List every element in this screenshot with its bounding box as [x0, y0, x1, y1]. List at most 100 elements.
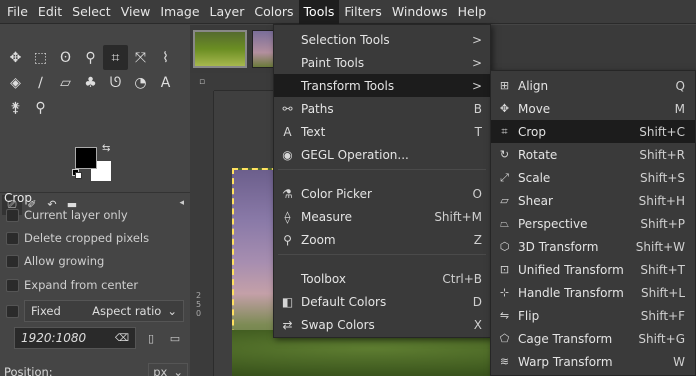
menu-item-label: Paint Tools — [301, 55, 365, 70]
menu-select[interactable]: Select — [67, 0, 116, 24]
tools-menu-item-toolbox[interactable]: Toolbox Ctrl+B — [274, 267, 490, 290]
submenu-item-crop[interactable]: ⌗ Crop Shift+C — [491, 120, 695, 143]
menu-item-shortcut: Z — [473, 232, 482, 247]
paintbrush-icon[interactable]: ∕ — [28, 70, 53, 95]
move-icon[interactable]: ✥ — [3, 45, 28, 70]
handle-transform-icon: ⊹ — [499, 286, 510, 299]
tools-menu: Selection Tools > Paint Tools > Transform To… — [273, 24, 491, 338]
option-label: Current layer only — [24, 208, 128, 222]
menu-file[interactable]: File — [2, 0, 33, 24]
menu-separator — [278, 254, 486, 255]
checkbox[interactable] — [6, 278, 19, 292]
option-current-layer-only[interactable]: Current layer only — [6, 208, 128, 222]
menu-item-shortcut: O — [472, 186, 482, 201]
bucket-icon[interactable]: ◈ — [3, 70, 28, 95]
cage-transform-icon: ⬠ — [499, 332, 510, 345]
tools-menu-item-paint-tools[interactable]: Paint Tools > — [274, 51, 490, 74]
menu-layer[interactable]: Layer — [205, 0, 250, 24]
dodge-icon[interactable]: ◔ — [128, 70, 153, 95]
default-colors-icon[interactable] — [72, 169, 82, 179]
menu-windows[interactable]: Windows — [387, 0, 453, 24]
menu-item-shortcut: Shift+W — [635, 239, 685, 254]
tools-menu-item-text[interactable]: A Text T — [274, 120, 490, 143]
tools-menu-item-transform-tools[interactable]: Transform Tools > — [274, 74, 490, 97]
rect-select-icon[interactable]: ⬚ — [28, 45, 53, 70]
scale-icon: ⤢ — [500, 170, 509, 184]
menu-separator — [278, 169, 486, 170]
menu-item-label: Unified Transform — [518, 262, 624, 277]
swap-colors-icon[interactable]: ⇆ — [102, 143, 110, 154]
option-expand-from-center[interactable]: Expand from center — [6, 278, 138, 292]
submenu-item-handle-transform[interactable]: ⊹ Handle Transform Shift+L — [491, 281, 695, 304]
smudge-icon[interactable]: ᘎ — [103, 70, 128, 95]
submenu-item-3d-transform[interactable]: ⬡ 3D Transform Shift+W — [491, 235, 695, 258]
tools-menu-item-selection-tools[interactable]: Selection Tools > — [274, 28, 490, 51]
fixed-mode-select[interactable]: Fixed Aspect ratio ⌄ — [24, 300, 184, 322]
tools-menu-item-measure[interactable]: ⟠ Measure Shift+M — [274, 205, 490, 228]
submenu-item-scale[interactable]: ⤢ Scale Shift+S — [491, 166, 695, 189]
align-icon: ⊞ — [499, 79, 510, 92]
submenu-item-unified-transform[interactable]: ⊡ Unified Transform Shift+T — [491, 258, 695, 281]
tools-menu-item-paths[interactable]: ⚯ Paths B — [274, 97, 490, 120]
eraser-icon[interactable]: ▱ — [53, 70, 78, 95]
menu-view[interactable]: View — [116, 0, 156, 24]
ruler-label: 0 — [196, 309, 202, 318]
menu-item-label: GEGL Operation... — [301, 147, 409, 162]
menu-filters[interactable]: Filters — [339, 0, 386, 24]
menu-tools[interactable]: Tools — [298, 0, 340, 24]
menu-item-label: Measure — [301, 209, 352, 224]
fixed-checkbox[interactable] — [6, 304, 19, 318]
menu-edit[interactable]: Edit — [33, 0, 67, 24]
image-tab-thumbnail[interactable] — [193, 30, 247, 68]
transform-icon[interactable]: ⤧ — [128, 45, 153, 70]
submenu-item-move[interactable]: ✥ Move M — [491, 97, 695, 120]
warp-icon[interactable]: ⌇ — [153, 45, 178, 70]
color-picker-icon[interactable]: ⚵ — [3, 95, 28, 120]
fuzzy-select-icon[interactable]: ⚲ — [78, 45, 103, 70]
fixed-mode-value: Aspect ratio — [92, 304, 162, 318]
text-icon[interactable]: A — [153, 70, 178, 95]
menu-image[interactable]: Image — [155, 0, 204, 24]
clear-icon[interactable]: ⌫ — [115, 333, 129, 344]
tools-menu-item-gegl-operation[interactable]: ◉ GEGL Operation... — [274, 143, 490, 166]
crop-icon[interactable]: ⌗ — [103, 45, 128, 70]
submenu-item-align[interactable]: ⊞ Align Q — [491, 74, 695, 97]
checkbox[interactable] — [6, 231, 19, 245]
vertical-ruler[interactable]: 2 5 0 — [190, 91, 214, 376]
quick-mask-corner-icon[interactable]: ▫ — [190, 73, 214, 91]
option-delete-cropped-pixels[interactable]: Delete cropped pixels — [6, 231, 149, 245]
zoom-icon[interactable]: ⚲ — [28, 95, 53, 120]
foreground-color-swatch[interactable] — [75, 147, 97, 169]
clone-icon[interactable]: ♣ — [78, 70, 103, 95]
tools-menu-item-color-picker[interactable]: ⚗ Color Picker O — [274, 182, 490, 205]
menu-item-shortcut: W — [673, 354, 685, 369]
menu-item-shortcut: Shift+P — [640, 216, 685, 231]
submenu-item-rotate[interactable]: ↻ Rotate Shift+R — [491, 143, 695, 166]
option-label: Delete cropped pixels — [24, 231, 150, 245]
perspective-icon: ⏢ — [500, 216, 509, 230]
checkbox[interactable] — [6, 208, 19, 222]
tools-menu-item-swap-colors[interactable]: ⇄ Swap Colors X — [274, 313, 490, 336]
menu-item-label: Default Colors — [301, 294, 387, 309]
menu-item-icon: ⚯ — [282, 101, 293, 116]
tools-menu-item-zoom[interactable]: ⚲ Zoom Z — [274, 228, 490, 251]
menu-item-label: Paths — [301, 101, 334, 116]
dock-menu-icon[interactable]: ◂ — [179, 198, 184, 208]
portrait-icon[interactable]: ▯ — [142, 328, 160, 348]
submenu-item-shear[interactable]: ▱ Shear Shift+H — [491, 189, 695, 212]
lasso-icon[interactable]: ʘ — [53, 45, 78, 70]
submenu-item-perspective[interactable]: ⏢ Perspective Shift+P — [491, 212, 695, 235]
landscape-icon[interactable]: ▭ — [166, 328, 184, 348]
position-unit-select[interactable]: px ⌄ — [148, 363, 188, 376]
tools-menu-item-default-colors[interactable]: ◧ Default Colors D — [274, 290, 490, 313]
checkbox[interactable] — [6, 254, 19, 268]
menu-item-shortcut: Shift+H — [638, 193, 685, 208]
menu-help[interactable]: Help — [453, 0, 492, 24]
aspect-ratio-input[interactable]: 1920:1080 ⌫ — [14, 327, 136, 349]
menu-colors[interactable]: Colors — [249, 0, 298, 24]
option-allow-growing[interactable]: Allow growing — [6, 254, 104, 268]
submenu-item-warp-transform[interactable]: ≋ Warp Transform W — [491, 350, 695, 373]
menu-item-shortcut: Shift+S — [640, 170, 685, 185]
submenu-item-flip[interactable]: ⇋ Flip Shift+F — [491, 304, 695, 327]
submenu-item-cage-transform[interactable]: ⬠ Cage Transform Shift+G — [491, 327, 695, 350]
